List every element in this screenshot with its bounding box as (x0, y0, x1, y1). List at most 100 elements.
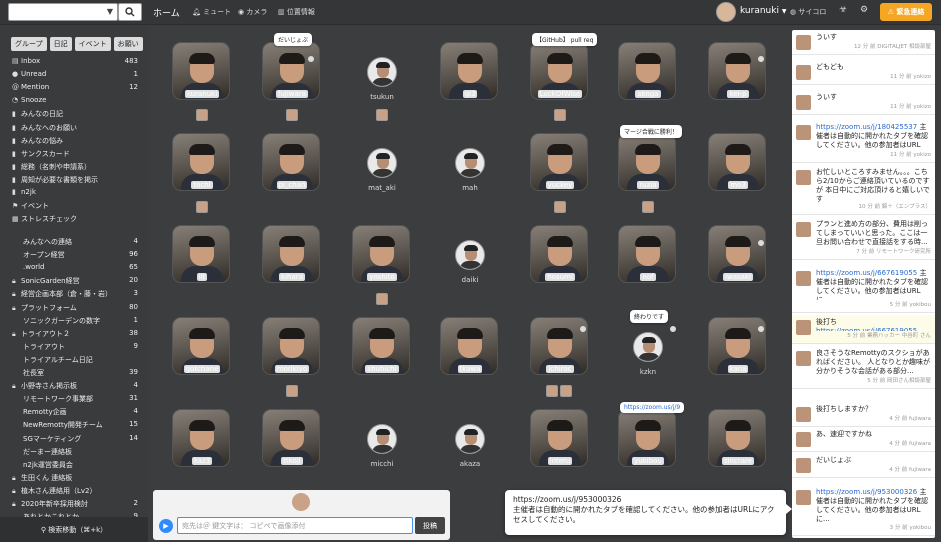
participant-tile[interactable]: nof (618, 225, 678, 285)
participant-tile[interactable]: senga (618, 42, 678, 102)
chat-message[interactable]: あ、速迎ですかね 4 分 前 fujiwara (792, 427, 935, 452)
sidebar-item[interactable]: 社長室 39 (12, 368, 140, 380)
participant-tile[interactable]: shuhichi (352, 317, 412, 377)
tab-groups[interactable]: グループ (11, 37, 47, 51)
participant-tile[interactable]: yuckey (530, 133, 590, 193)
avatar[interactable] (716, 2, 736, 22)
chat-message[interactable]: だいじょぶ 4 分 前 fujiwara (792, 453, 935, 478)
sidebar-item[interactable]: ⚑ イベント (12, 201, 140, 213)
sidebar-item[interactable]: トライアウト 9 (12, 342, 140, 354)
search-button[interactable] (118, 3, 142, 21)
sidebar-item[interactable]: トライアルチーム日記 (12, 355, 140, 367)
chat-message[interactable]: お忙しいところすみません。。。こちら2/10からご連絡頂いているのですが 本日中… (792, 165, 935, 215)
participant-tile[interactable]: akaza (440, 409, 500, 469)
home-link[interactable]: ホーム (153, 6, 180, 19)
participant-tile[interactable]: yoshito (352, 225, 412, 285)
participant-tile[interactable]: sincrare (708, 409, 768, 469)
sidebar-item[interactable]: ソニックガーデンの数字 1 (12, 316, 140, 328)
sidebar-item[interactable]: ▮ みんなへのお願い (12, 123, 140, 135)
mute-button[interactable]: 🔔︎ ミュート (192, 7, 231, 17)
sidebar-item[interactable]: ▤ Inbox 483 (12, 57, 140, 69)
sidebar-item[interactable]: 🔒︎ 植木さん連絡用（Lv2） (12, 486, 140, 498)
chat-message[interactable]: https://zoom.us/j/667619055 主催者は自動的に開かれた… (792, 266, 935, 313)
chat-message[interactable]: 良さそうなRemottyのスクショがあればください。 人となりとか趣味が分かりそ… (792, 346, 935, 389)
sidebar-item[interactable]: みんなへの連絡 4 (12, 237, 140, 249)
sidebar-item[interactable]: @ Mention 12 (12, 83, 140, 95)
sidebar-item[interactable]: NewRemotty開発チーム 15 (12, 420, 140, 432)
participant-tile[interactable]: tkawa (440, 317, 500, 377)
chat-message[interactable]: https://zoom.us/j/180425537 主催者は自動的に開かれた… (792, 120, 935, 163)
participant-tile[interactable]: daiki (440, 225, 500, 285)
participant-tile[interactable]: LuckOfWise (530, 42, 590, 102)
sidebar-item[interactable]: Remotty企画 4 (12, 407, 140, 419)
sidebar-item[interactable]: ▮ n2jk (12, 188, 140, 200)
chat-message[interactable]: 後打ち https://zoom.us/j/667619055 5 分 前 業務ハ… (792, 315, 935, 344)
dice-button[interactable]: ◍ サイコロ (790, 7, 826, 17)
sidebar-item[interactable]: リモートワーク事業部 31 (12, 394, 140, 406)
participant-tile[interactable]: ruzia (618, 133, 678, 193)
participant-tile[interactable]: gotchane (172, 317, 232, 377)
participant-tile[interactable]: mat_aki (352, 133, 412, 193)
participant-tile[interactable]: kaz3 (172, 409, 232, 469)
tab-diary[interactable]: 日記 (49, 37, 72, 51)
sidebar-item[interactable]: ▮ 総務（名刺や申請系） (12, 162, 140, 174)
user-menu[interactable]: kuranuki ▼ (740, 6, 786, 16)
sidebar-item[interactable]: SGマーケティング 14 (12, 434, 140, 446)
participant-tile[interactable]: tsukun (352, 42, 412, 102)
sidebar-item[interactable]: ▦ ストレスチェック (12, 214, 140, 226)
bio-icon[interactable]: ☣ (839, 5, 847, 15)
chat-link[interactable]: https://zoom.us/j/953000326 (816, 488, 917, 496)
gear-icon[interactable]: ⚙ (860, 5, 868, 15)
participant-tile[interactable]: interu (530, 409, 590, 469)
participant-tile[interactable]: yukibou (618, 409, 678, 469)
sidebar-item[interactable]: だーまー連絡板 (12, 447, 140, 459)
sidebar-item[interactable]: ▮ みんなの日記 (12, 109, 140, 121)
sidebar-item[interactable]: ▮ 周知が必要な書類を掲示 (12, 175, 140, 187)
post-button[interactable]: 投稿 (415, 517, 445, 534)
message-input[interactable]: 宛先は＠ 鍵文字は： コピペで画像添付 (177, 517, 413, 534)
location-button[interactable]: ▥ 位置情報 (278, 7, 315, 17)
camera-button[interactable]: ◉ カメラ (238, 7, 267, 17)
sidebar-item[interactable]: 🔒︎ 経営企画本部（倉・藤・岩） 3 (12, 289, 140, 301)
sidebar-item[interactable]: n2jk運営委員会 (12, 460, 140, 472)
speech-bubble[interactable]: https://zoom.us/j/9 (620, 402, 685, 413)
participant-tile[interactable]: morikiyo (262, 317, 322, 377)
search-move-button[interactable]: ⚲ 検索移動（⌘+k） (0, 517, 148, 542)
video-camera-icon[interactable]: ▶ (159, 519, 173, 533)
chat-message[interactable]: ういす 11 分 前 yokizo (792, 90, 935, 115)
emergency-button[interactable]: ⚠ 緊急連絡 (880, 3, 932, 21)
participant-tile[interactable]: iwasaki (708, 225, 768, 285)
chat-message[interactable]: プランと進め方の部分、費用は削ってしまっていいと思った。ここは一旦お問い合わせで… (792, 217, 935, 260)
participant-tile[interactable]: kihara (262, 225, 322, 285)
participant-tile[interactable]: kei-p (708, 42, 768, 102)
sidebar-item[interactable]: 🔒︎ 2020年新卒採用検討 2 (12, 499, 140, 511)
participant-tile[interactable]: mah (440, 133, 500, 193)
sidebar-item[interactable]: ▮ みんなの悩み (12, 136, 140, 148)
participant-tile[interactable]: tochi (172, 133, 232, 193)
sidebar-item[interactable]: 🔒︎ 小野寺さん掲示板 4 (12, 381, 140, 393)
tab-events[interactable]: イベント (74, 37, 111, 51)
participant-tile[interactable]: pi_chan (262, 133, 322, 193)
participant-tile[interactable]: fujiwara (262, 42, 322, 102)
chat-message[interactable]: https://zoom.us/j/953000326 主催者は自動的に開かれた… (792, 485, 935, 536)
sidebar-item[interactable]: 🔒︎ トライアウト２ 38 (12, 329, 140, 341)
participant-tile[interactable]: mo3 (708, 133, 768, 193)
group-search-select[interactable]: ▼ (8, 3, 118, 21)
chat-message[interactable]: 後打ちしますか？ 4 分 前 fujiwara (792, 402, 935, 427)
sidebar-item[interactable]: 🔒︎ プラットフォーム 80 (12, 303, 140, 315)
chat-message[interactable]: どもども 11 分 前 yokizo (792, 60, 935, 85)
sidebar-item[interactable]: オープン経営 96 (12, 250, 140, 262)
participant-tile[interactable]: hosumi (530, 225, 590, 285)
sidebar-item[interactable]: ● Unread 1 (12, 70, 140, 82)
sidebar-item[interactable]: ◔ Snooze (12, 96, 140, 108)
sidebar-item[interactable]: 🔒︎ SonicGarden経営 20 (12, 276, 140, 288)
sidebar-item[interactable]: .world 65 (12, 263, 140, 275)
participant-tile[interactable]: iit (172, 225, 232, 285)
popup-url[interactable]: https://zoom.us/j/953000326 (513, 495, 778, 505)
sidebar-item[interactable]: ▮ サンクスカード (12, 149, 140, 161)
sidebar-item[interactable]: 🔒︎ 生田くん 連絡板 (12, 473, 140, 485)
chat-link[interactable]: https://zoom.us/j/667619055 (816, 269, 917, 277)
tab-requests[interactable]: お願い (113, 37, 143, 51)
participant-tile[interactable]: ttkoji (262, 409, 322, 469)
participant-tile[interactable]: kzkn (618, 317, 678, 377)
